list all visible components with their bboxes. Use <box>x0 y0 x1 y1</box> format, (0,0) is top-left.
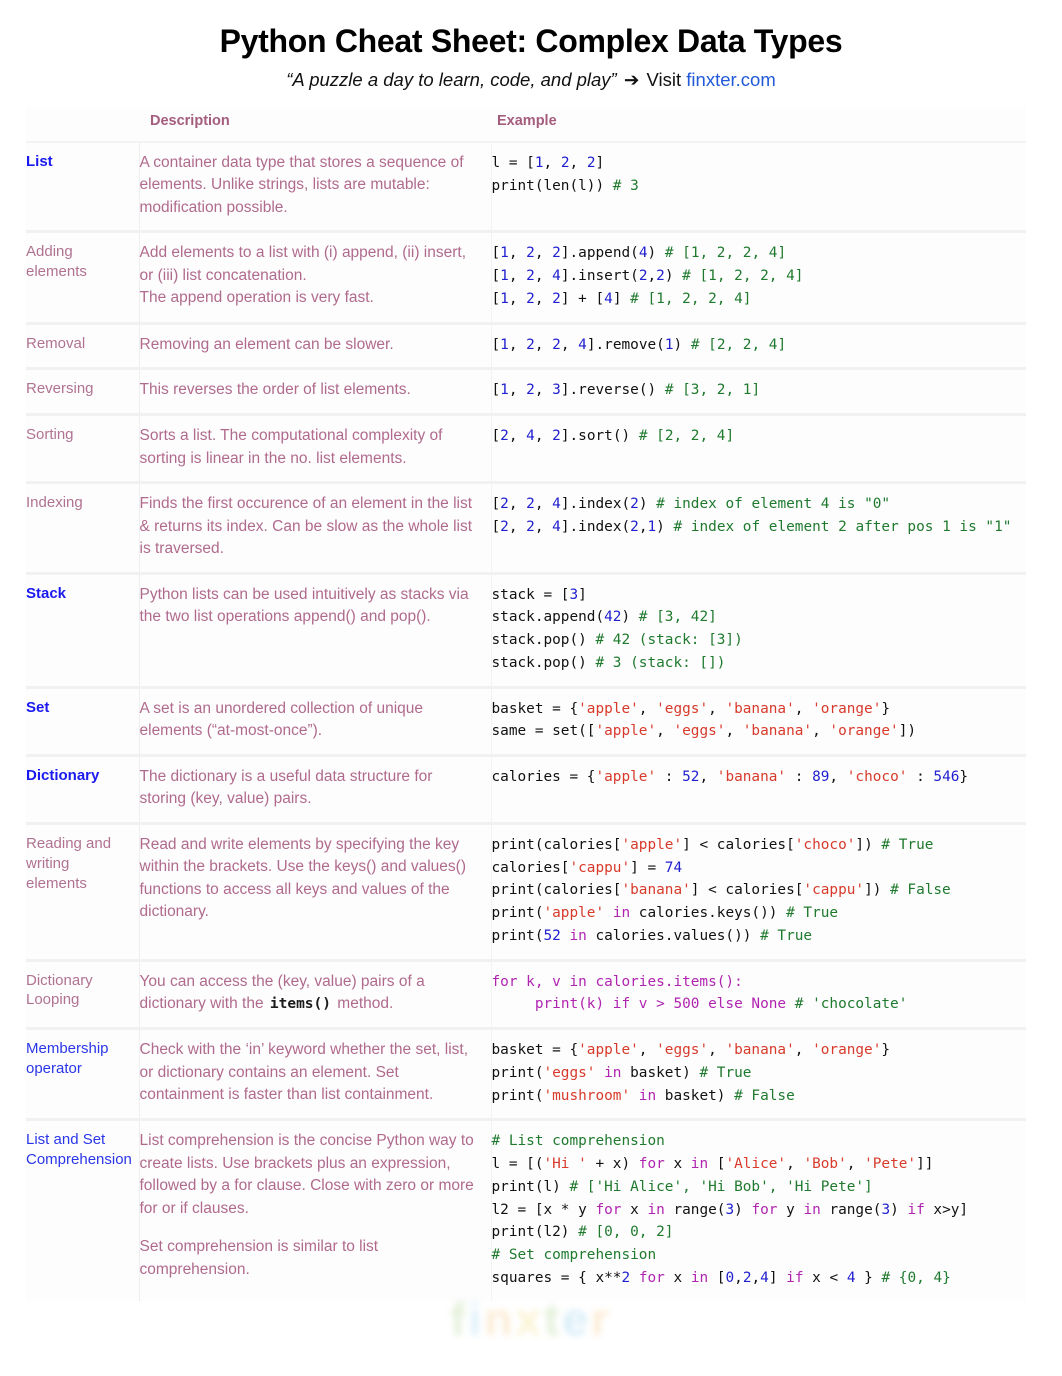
row-description: Sorts a list. The computational complexi… <box>139 415 491 483</box>
finxter-logo: finxter <box>450 1296 612 1342</box>
row-description: Python lists can be used intuitively as … <box>139 573 491 687</box>
logo-letter: n <box>484 1296 515 1342</box>
subtitle-visit-label: Visit <box>647 69 682 90</box>
table-row: Reading and writing elementsRead and wri… <box>26 823 1026 960</box>
table-row: StackPython lists can be used intuitivel… <box>26 573 1026 687</box>
row-description: Check with the ‘in’ keyword whether the … <box>139 1029 491 1120</box>
table-header-row: Description Example <box>26 107 1026 142</box>
row-description: List comprehension is the concise Python… <box>139 1120 491 1301</box>
table-row: List and Set ComprehensionList comprehen… <box>26 1120 1026 1301</box>
table-body: ListA container data type that stores a … <box>26 142 1026 1301</box>
logo-letter: t <box>544 1296 562 1342</box>
arrow-icon: ➔ <box>622 69 642 90</box>
row-topic-label: Dictionary Looping <box>26 960 139 1029</box>
row-code-example: # List comprehension l = [('Hi ' + x) fo… <box>491 1120 1026 1301</box>
row-description: This reverses the order of list elements… <box>139 369 491 415</box>
row-code-example: [2, 2, 4].index(2) # index of element 4 … <box>491 483 1026 573</box>
column-header-example: Example <box>491 107 1026 142</box>
table-row: RemovalRemoving an element can be slower… <box>26 323 1026 369</box>
row-code-example: [1, 2, 3].reverse() # [3, 2, 1] <box>491 369 1026 415</box>
row-description: A set is an unordered collection of uniq… <box>139 687 491 756</box>
row-topic-label: Sorting <box>26 415 139 483</box>
table-row: IndexingFinds the first occurence of an … <box>26 483 1026 573</box>
table-row: Membership operatorCheck with the ‘in’ k… <box>26 1029 1026 1120</box>
row-description: Finds the first occurence of an element … <box>139 483 491 573</box>
logo-letter: e <box>562 1296 591 1342</box>
row-code-example: for k, v in calories.items(): print(k) i… <box>491 960 1026 1029</box>
row-topic-label: Stack <box>26 573 139 687</box>
finxter-link[interactable]: finxter.com <box>686 69 775 90</box>
cheat-sheet-page: Python Cheat Sheet: Complex Data Types “… <box>0 0 1062 1376</box>
row-description: A container data type that stores a sequ… <box>139 142 491 232</box>
row-code-example: [2, 4, 2].sort() # [2, 2, 4] <box>491 415 1026 483</box>
row-topic-label: Set <box>26 687 139 756</box>
logo-letter: i <box>469 1296 485 1342</box>
row-topic-label: Membership operator <box>26 1029 139 1120</box>
row-code-example: print(calories['apple'] < calories['choc… <box>491 823 1026 960</box>
row-topic-label: List and Set Comprehension <box>26 1120 139 1301</box>
row-code-example: basket = {'apple', 'eggs', 'banana', 'or… <box>491 687 1026 756</box>
row-description: The dictionary is a useful data structur… <box>139 756 491 824</box>
data-types-table: Description Example ListA container data… <box>26 107 1026 1301</box>
logo-letter: f <box>450 1296 468 1342</box>
table-row: Dictionary LoopingYou can access the (ke… <box>26 960 1026 1029</box>
row-code-example: stack = [3] stack.append(42) # [3, 42] s… <box>491 573 1026 687</box>
row-code-example: calories = {'apple' : 52, 'banana' : 89,… <box>491 756 1026 824</box>
row-description: You can access the (key, value) pairs of… <box>139 960 491 1029</box>
logo-letter: x <box>515 1296 544 1342</box>
row-code-example: basket = {'apple', 'eggs', 'banana', 'or… <box>491 1029 1026 1120</box>
page-subtitle: “A puzzle a day to learn, code, and play… <box>0 69 1062 91</box>
column-header-description: Description <box>139 107 491 142</box>
row-topic-label: List <box>26 142 139 232</box>
table-row: ReversingThis reverses the order of list… <box>26 369 1026 415</box>
row-description: Removing an element can be slower. <box>139 323 491 369</box>
row-topic-label: Reversing <box>26 369 139 415</box>
row-topic-label: Reading and writing elements <box>26 823 139 960</box>
row-code-example: l = [1, 2, 2] print(len(l)) # 3 <box>491 142 1026 232</box>
row-code-example: [1, 2, 2].append(4) # [1, 2, 2, 4] [1, 2… <box>491 232 1026 323</box>
row-topic-label: Indexing <box>26 483 139 573</box>
page-title: Python Cheat Sheet: Complex Data Types <box>0 0 1062 59</box>
table-row: DictionaryThe dictionary is a useful dat… <box>26 756 1026 824</box>
logo-letter: r <box>591 1296 612 1342</box>
table-row: SortingSorts a list. The computational c… <box>26 415 1026 483</box>
footer-logo-area: finxter <box>0 1296 1062 1356</box>
table-row: SetA set is an unordered collection of u… <box>26 687 1026 756</box>
row-topic-label: Removal <box>26 323 139 369</box>
row-topic-label: Adding elements <box>26 232 139 323</box>
row-description: Read and write elements by specifying th… <box>139 823 491 960</box>
column-header-topic <box>26 107 139 142</box>
row-code-example: [1, 2, 2, 4].remove(1) # [2, 2, 4] <box>491 323 1026 369</box>
subtitle-quote: “A puzzle a day to learn, code, and play… <box>286 69 616 90</box>
row-topic-label: Dictionary <box>26 756 139 824</box>
row-description: Add elements to a list with (i) append, … <box>139 232 491 323</box>
table-row: Adding elementsAdd elements to a list wi… <box>26 232 1026 323</box>
table-row: ListA container data type that stores a … <box>26 142 1026 232</box>
